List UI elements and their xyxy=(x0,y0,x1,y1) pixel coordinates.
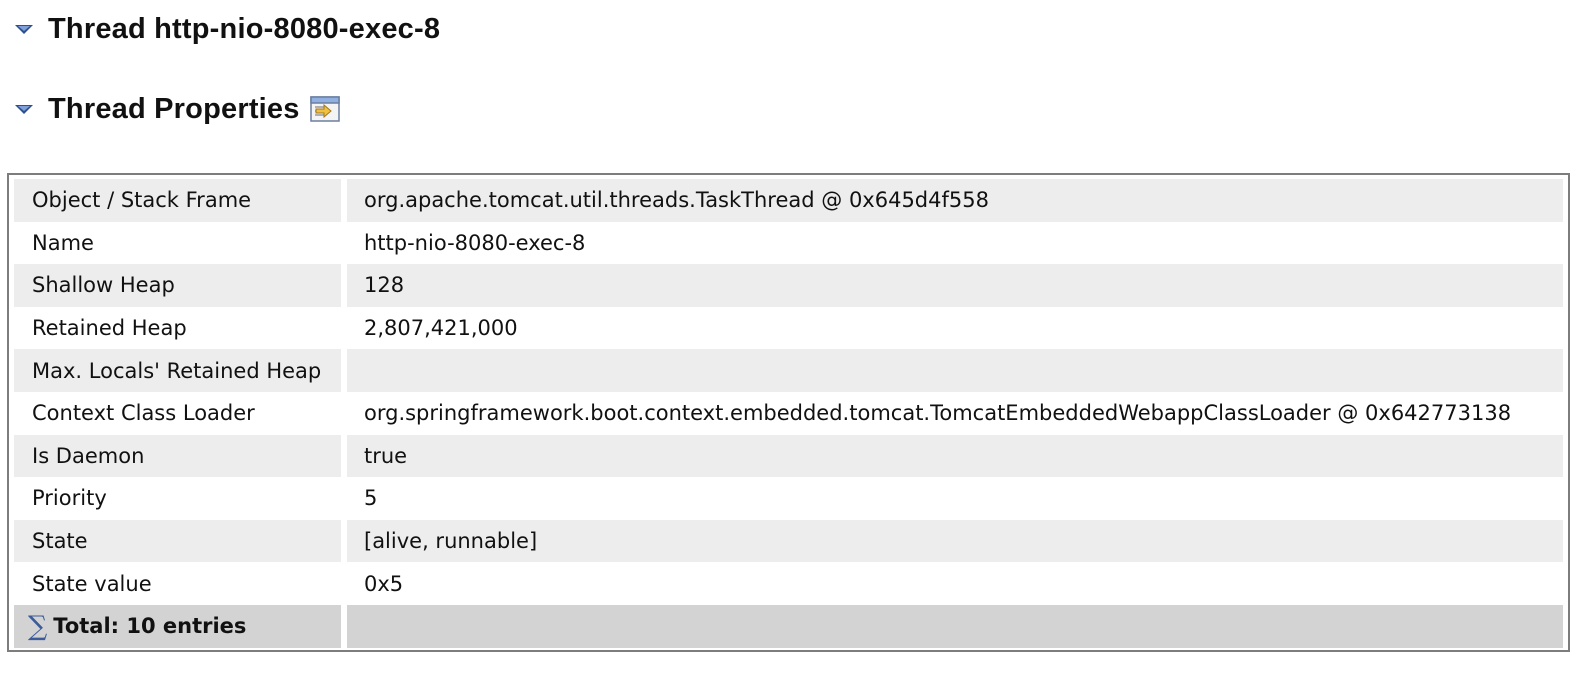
total-cell: ∑ Total: 10 entries xyxy=(14,604,341,648)
property-value-cell: [alive, runnable] xyxy=(347,519,1563,563)
table-row[interactable]: Context Class Loader org.springframework… xyxy=(14,391,1563,435)
sigma-icon: ∑ xyxy=(28,610,48,642)
table-row[interactable]: Retained Heap 2,807,421,000 xyxy=(14,306,1563,350)
property-value-cell: 5 xyxy=(347,477,1563,520)
property-name-cell: Context Class Loader xyxy=(14,391,341,435)
property-name-cell: Retained Heap xyxy=(14,306,341,350)
total-value-cell xyxy=(347,604,1563,648)
table-row[interactable]: Shallow Heap 128 xyxy=(14,264,1563,307)
table-row[interactable]: Max. Locals' Retained Heap xyxy=(14,349,1563,392)
property-value-cell xyxy=(347,349,1563,392)
table-row[interactable]: Object / Stack Frame org.apache.tomcat.u… xyxy=(14,179,1563,222)
table-row[interactable]: Name http-nio-8080-exec-8 xyxy=(14,221,1563,265)
property-name-cell: Shallow Heap xyxy=(14,264,341,307)
table-row[interactable]: Priority 5 xyxy=(14,477,1563,520)
property-value-cell: 128 xyxy=(347,264,1563,307)
thread-properties-section-header[interactable]: Thread Properties xyxy=(14,92,340,126)
property-name-cell: Max. Locals' Retained Heap xyxy=(14,349,341,392)
property-value-cell: http-nio-8080-exec-8 xyxy=(347,221,1563,265)
table-body: Object / Stack Frame org.apache.tomcat.u… xyxy=(14,179,1563,648)
table-row[interactable]: Is Daemon true xyxy=(14,434,1563,478)
thread-properties-title: Thread Properties xyxy=(48,92,300,125)
property-name-cell: Name xyxy=(14,221,341,265)
properties-icon[interactable] xyxy=(309,96,340,122)
property-name-cell: Is Daemon xyxy=(14,434,341,478)
property-name-cell: Object / Stack Frame xyxy=(14,179,341,222)
property-value-cell: 0x5 xyxy=(347,562,1563,605)
collapse-arrow-icon[interactable] xyxy=(14,18,36,40)
total-row[interactable]: ∑ Total: 10 entries xyxy=(14,604,1563,648)
property-value-cell: org.apache.tomcat.util.threads.TaskThrea… xyxy=(347,179,1563,222)
property-name-cell: State value xyxy=(14,562,341,605)
table-row[interactable]: State [alive, runnable] xyxy=(14,519,1563,563)
table-row[interactable]: State value 0x5 xyxy=(14,562,1563,605)
thread-section-title: Thread http-nio-8080-exec-8 xyxy=(48,12,441,45)
property-value-cell: org.springframework.boot.context.embedde… xyxy=(347,391,1563,435)
property-name-cell: State xyxy=(14,519,341,563)
collapse-arrow-icon[interactable] xyxy=(14,98,36,120)
total-label: Total: 10 entries xyxy=(53,614,247,639)
thread-properties-table: Object / Stack Frame org.apache.tomcat.u… xyxy=(7,173,1570,652)
property-value-cell: true xyxy=(347,434,1563,478)
property-value-cell: 2,807,421,000 xyxy=(347,306,1563,350)
thread-section-header[interactable]: Thread http-nio-8080-exec-8 xyxy=(14,12,440,46)
property-name-cell: Priority xyxy=(14,477,341,520)
